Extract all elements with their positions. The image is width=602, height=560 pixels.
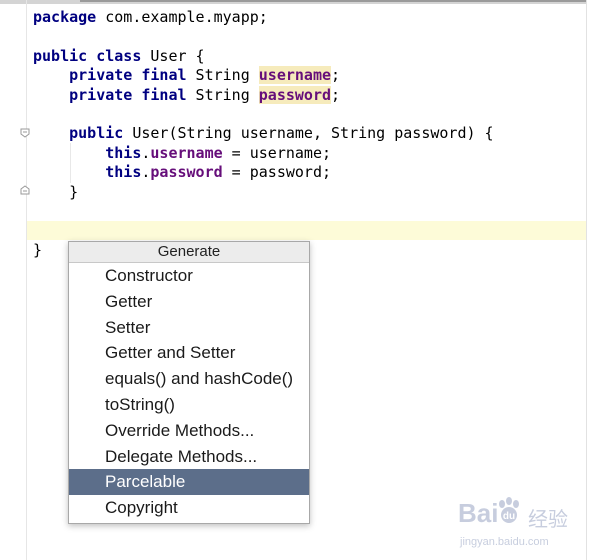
ide-editor-window: package com.example.myapp; public class … (0, 0, 602, 560)
current-line-highlight (27, 221, 586, 240)
menu-item-constructor[interactable]: Constructor (69, 263, 309, 289)
menu-item-override-methods[interactable]: Override Methods... (69, 418, 309, 444)
code-line-7: public User(String username, String pass… (69, 124, 494, 143)
menu-item-setter[interactable]: Setter (69, 315, 309, 341)
baidu-watermark: du Bai 经验 jingyan.baidu.com (458, 494, 586, 556)
code-line-10: } (33, 182, 79, 201)
watermark-brand: Bai (458, 498, 499, 528)
vertical-scrollbar[interactable] (586, 0, 602, 560)
editor-gutter (26, 0, 27, 560)
watermark-url: jingyan.baidu.com (460, 536, 549, 548)
code-line-8: this.username = username; (105, 143, 332, 162)
svg-text:du: du (503, 511, 515, 522)
watermark-brand-cn: 经验 (528, 509, 568, 531)
menu-item-delegate-methods[interactable]: Delegate Methods... (69, 444, 309, 470)
code-line-3: public class User { (33, 46, 205, 65)
code-line-9: this.password = password; (105, 163, 332, 182)
generate-popup: Generate Constructor Getter Setter Gette… (68, 241, 310, 524)
menu-item-getter[interactable]: Getter (69, 289, 309, 315)
paw-icon: du (499, 497, 519, 523)
code-line-5: private final String password; (69, 85, 341, 104)
code-line-1: package com.example.myapp; (33, 8, 268, 26)
top-tab-edge (80, 0, 588, 2)
menu-item-tostring[interactable]: toString() (69, 392, 309, 418)
menu-item-copyright[interactable]: Copyright (69, 495, 309, 521)
menu-item-equals-hashcode[interactable]: equals() and hashCode() (69, 366, 309, 392)
fold-end-icon[interactable] (20, 185, 30, 195)
menu-item-getter-and-setter[interactable]: Getter and Setter (69, 340, 309, 366)
popup-title: Generate (69, 242, 309, 263)
menu-item-parcelable[interactable]: Parcelable (69, 469, 309, 496)
code-line-4: private final String username; (69, 66, 341, 85)
fold-start-icon[interactable] (20, 128, 30, 138)
code-line-13: } (33, 240, 43, 259)
